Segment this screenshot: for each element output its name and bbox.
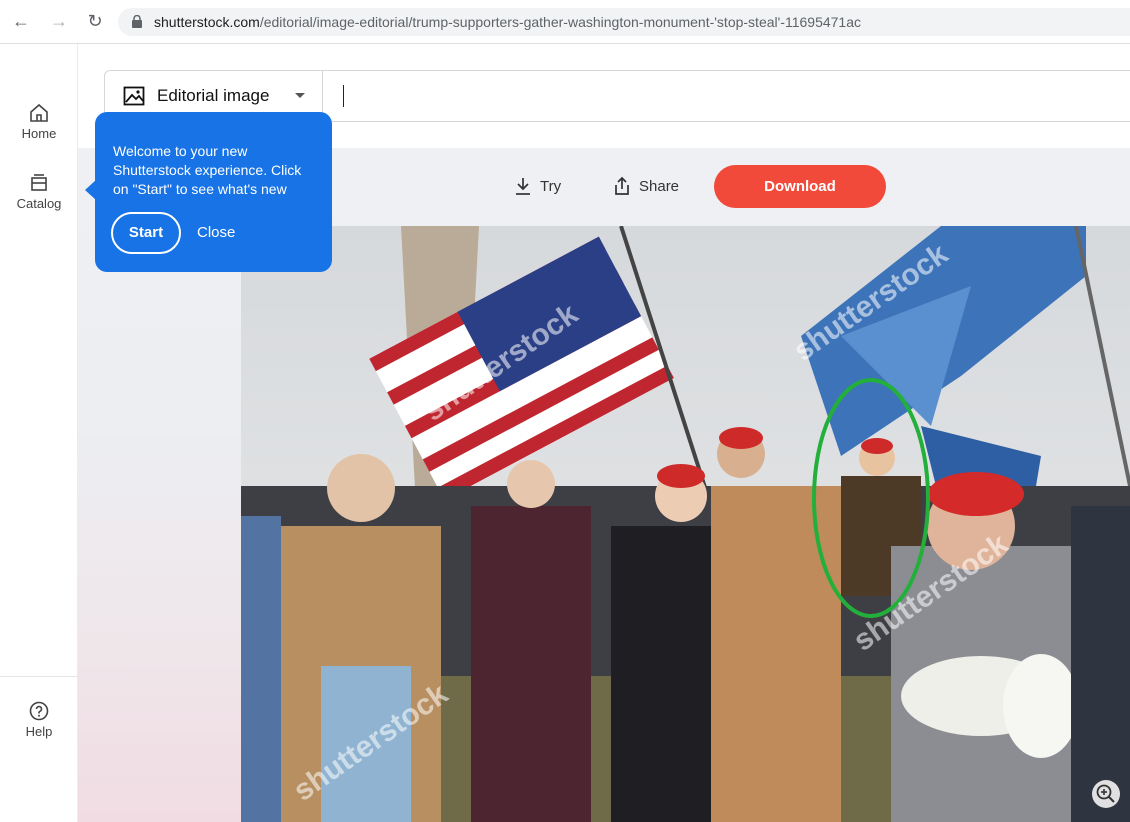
sidebar-item-label: Help [25, 724, 53, 739]
browser-toolbar: ← → ↻ shutterstock.com/editorial/image-e… [0, 0, 1130, 44]
share-icon [615, 176, 629, 195]
sidebar-item-label: Catalog [16, 196, 62, 211]
forward-arrow-icon[interactable]: → [48, 10, 70, 32]
sidebar-item-help[interactable]: Help [0, 700, 78, 739]
editorial-photo[interactable]: shutterstock shutterstock shutterstock s… [241, 226, 1130, 822]
sidebar: Home Catalog Help [0, 44, 78, 822]
zoom-button[interactable] [1092, 780, 1120, 808]
close-button[interactable]: Close [197, 224, 235, 241]
share-label: Share [639, 177, 680, 195]
sidebar-item-catalog[interactable]: Catalog [0, 172, 78, 211]
sidebar-item-label: Home [21, 126, 57, 141]
try-label: Try [540, 177, 562, 195]
share-button[interactable]: Share [613, 176, 679, 196]
welcome-popover: Welcome to your new Shutterstock experie… [85, 112, 332, 272]
image-type-label: Editorial image [157, 86, 270, 105]
address-bar[interactable]: shutterstock.com/editorial/image-editori… [118, 8, 1130, 36]
zoom-in-icon [1096, 784, 1115, 803]
popover-message: Welcome to your new Shutterstock experie… [113, 143, 302, 197]
catalog-icon [31, 174, 47, 191]
download-button[interactable]: Download [714, 165, 886, 208]
url-host: shutterstock.com [154, 14, 260, 30]
reload-icon[interactable]: ↻ [84, 10, 106, 32]
back-arrow-icon[interactable]: ← [10, 10, 32, 32]
sidebar-item-home[interactable]: Home [0, 102, 78, 141]
url-path: /editorial/image-editorial/trump-support… [259, 14, 861, 30]
help-icon [29, 701, 49, 721]
home-icon [30, 103, 48, 122]
search-input[interactable] [343, 85, 344, 107]
lock-icon [132, 15, 142, 28]
chevron-down-icon [295, 93, 305, 98]
start-button[interactable]: Start [111, 212, 181, 254]
image-icon [123, 86, 145, 106]
try-button[interactable]: Try [514, 176, 561, 196]
sidebar-divider [0, 676, 78, 677]
download-arrow-icon [516, 178, 530, 195]
